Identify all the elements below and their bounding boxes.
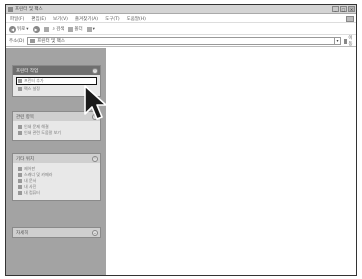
close-button[interactable]: ×	[348, 6, 355, 12]
menu-tools[interactable]: 도구(T)	[105, 16, 120, 22]
pictures-folder-icon	[18, 185, 22, 189]
camera-icon	[18, 173, 22, 177]
documents-folder-icon	[18, 179, 22, 183]
printer-tasks-header[interactable]: 프린터 작업 ⌃	[13, 66, 100, 75]
address-dropdown-icon[interactable]: ▾	[334, 37, 340, 45]
help-icon	[18, 131, 22, 135]
back-button[interactable]: ◀ 뒤로 ▾	[9, 25, 29, 33]
maximize-button[interactable]: □	[340, 6, 347, 12]
go-label: 이동	[348, 36, 353, 47]
mouse-pointer-icon	[84, 85, 107, 120]
details-header[interactable]: 자세히 ⌄	[13, 228, 100, 237]
add-printer-icon	[18, 79, 22, 83]
see-also-title: 관련 항목	[16, 114, 34, 120]
add-printer-label: 프린터 추가	[24, 78, 44, 83]
go-arrow-icon	[344, 38, 348, 44]
folders-icon	[68, 26, 74, 32]
other-places-title: 기타 위치	[16, 156, 34, 162]
address-value: 프린터 및 팩스	[37, 39, 65, 44]
menu-bar: 파일(F) 편집(E) 보기(V) 즐겨찾기(A) 도구(T) 도움말(H)	[6, 15, 356, 23]
my-computer-label: 내 컴퓨터	[24, 190, 40, 195]
other-places-header[interactable]: 기타 위치 ⌃	[13, 154, 100, 163]
chevron-down-icon: ▾	[26, 26, 29, 32]
toolbar: ◀ 뒤로 ▾ ▶ ⌕ 검색 폴더 ▾	[6, 24, 356, 35]
help-icon	[18, 125, 22, 129]
expand-icon[interactable]: ⌄	[92, 229, 98, 236]
printer-list-area[interactable]	[106, 48, 356, 275]
printer-folder-icon	[30, 39, 36, 43]
search-button[interactable]: ⌕ 검색	[53, 26, 65, 32]
address-field[interactable]: 프린터 및 팩스 ▾	[27, 37, 341, 45]
menu-view[interactable]: 보기(V)	[53, 16, 68, 22]
views-icon	[86, 26, 92, 32]
windows-logo-icon	[346, 16, 354, 22]
printing-help-label: 인쇄 관련 도움말 보기	[24, 130, 61, 135]
printer-tasks-title: 프린터 작업	[16, 68, 39, 74]
forward-button[interactable]: ▶	[32, 25, 40, 33]
title-bar[interactable]: 프린터 및 팩스 _ □ ×	[6, 5, 356, 14]
search-label: 검색	[56, 27, 65, 32]
my-computer-link[interactable]: 내 컴퓨터	[18, 190, 97, 196]
printer-icon	[8, 6, 13, 12]
minimize-button[interactable]: _	[332, 6, 339, 12]
address-bar: 주소(D) 프린터 및 팩스 ▾ 이동	[6, 36, 356, 47]
window-title: 프린터 및 팩스	[15, 7, 43, 12]
address-label: 주소(D)	[9, 39, 25, 44]
back-arrow-icon: ◀	[9, 25, 16, 33]
folders-label: 폴더	[74, 27, 83, 32]
details-title: 자세히	[16, 230, 29, 236]
computer-icon	[18, 191, 22, 195]
collapse-icon[interactable]: ⌃	[92, 155, 98, 162]
views-button[interactable]: ▾	[86, 26, 95, 32]
up-folder-icon	[43, 26, 49, 32]
other-places-panel: 기타 위치 ⌃ 제어판 스캐너 및 카메라 내 문서 내 사진 내 컴퓨터	[12, 153, 101, 201]
back-label: 뒤로	[17, 27, 26, 32]
menu-edit[interactable]: 편집(E)	[31, 16, 46, 22]
window-controls: _ □ ×	[332, 6, 355, 12]
collapse-icon[interactable]: ⌃	[92, 67, 98, 74]
control-panel-icon	[18, 167, 22, 171]
menu-help[interactable]: 도움말(H)	[127, 16, 146, 22]
search-icon: ⌕	[52, 27, 56, 32]
menu-favorites[interactable]: 즐겨찾기(A)	[75, 16, 98, 22]
fax-icon	[18, 87, 22, 91]
explorer-window: 프린터 및 팩스 _ □ × 파일(F) 편집(E) 보기(V) 즐겨찾기(A)…	[5, 4, 357, 276]
go-button[interactable]: 이동	[344, 36, 354, 47]
add-printer-task[interactable]: 프린터 추가	[16, 77, 97, 85]
printing-help-link[interactable]: 인쇄 관련 도움말 보기	[18, 130, 97, 136]
menu-file[interactable]: 파일(F)	[10, 16, 24, 22]
details-panel: 자세히 ⌄	[12, 227, 101, 238]
up-button[interactable]	[43, 26, 49, 32]
task-pane: 프린터 작업 ⌃ 프린터 추가 팩스 설정 관련 항목 ⌃ 인쇄 문제 해결 인…	[6, 48, 106, 275]
chevron-down-icon: ▾	[92, 26, 95, 32]
forward-arrow-icon: ▶	[32, 25, 40, 33]
folders-button[interactable]: 폴더	[68, 26, 83, 32]
fax-setup-label: 팩스 설정	[24, 86, 40, 91]
